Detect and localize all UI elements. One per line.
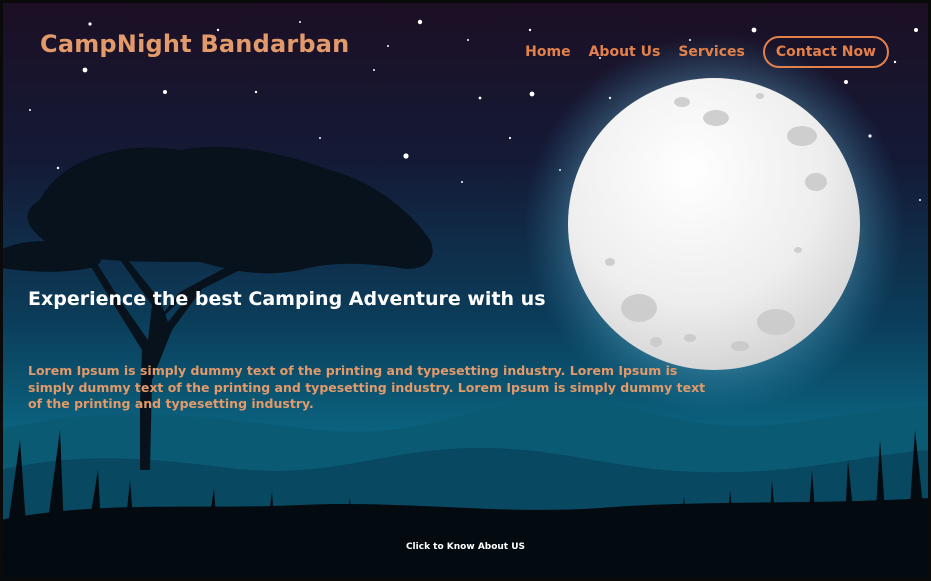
contact-now-button[interactable]: Contact Now	[762, 36, 889, 68]
nav-item-services[interactable]: Services	[678, 44, 745, 60]
nav-item-home[interactable]: Home	[525, 44, 570, 60]
hero-description: Lorem Ipsum is simply dummy text of the …	[28, 363, 706, 411]
top-navigation: Home About Us Services Contact Now	[525, 36, 889, 68]
hero-headline: Experience the best Camping Adventure wi…	[28, 288, 546, 310]
brand-logo-text[interactable]: CampNight Bandarban	[40, 30, 349, 58]
moon-icon	[568, 78, 860, 370]
nav-item-about-us[interactable]: About Us	[589, 44, 661, 60]
know-about-us-link[interactable]: Click to Know About US	[0, 542, 931, 552]
